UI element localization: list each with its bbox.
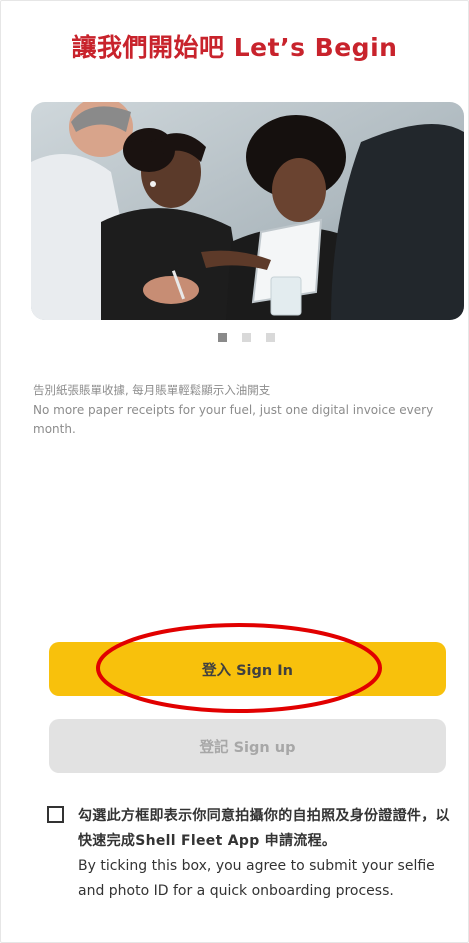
sign-up-button[interactable]: 登記 Sign up — [49, 719, 446, 773]
page-title: 讓我們開始吧 Let’s Begin — [71, 33, 398, 62]
consent-checkbox[interactable] — [47, 806, 64, 823]
consent-text-en: By ticking this box, you agree to submit… — [78, 858, 435, 899]
slide-description-zh: 告別紙張賬單收據, 每月賬單輕鬆顯示入油開支 — [33, 383, 271, 397]
consent-text-zh: 勾選此方框即表示你同意拍攝你的自拍照及身份證證件，以快速完成Shell Flee… — [78, 808, 450, 849]
consent-text[interactable]: 勾選此方框即表示你同意拍攝你的自拍照及身份證證件，以快速完成Shell Flee… — [78, 804, 458, 904]
carousel-dot-3[interactable] — [266, 333, 275, 342]
slide-description: 告別紙張賬單收據, 每月賬單輕鬆顯示入油開支 No more paper rec… — [33, 382, 443, 439]
carousel-dot-2[interactable] — [242, 333, 251, 342]
slide-description-en: No more paper receipts for your fuel, ju… — [33, 403, 434, 436]
hero-photo-illustration — [31, 102, 464, 320]
sign-in-button[interactable]: 登入 Sign In — [49, 642, 446, 696]
carousel-dot-1[interactable] — [218, 333, 227, 342]
carousel-hero-image[interactable] — [31, 102, 464, 320]
